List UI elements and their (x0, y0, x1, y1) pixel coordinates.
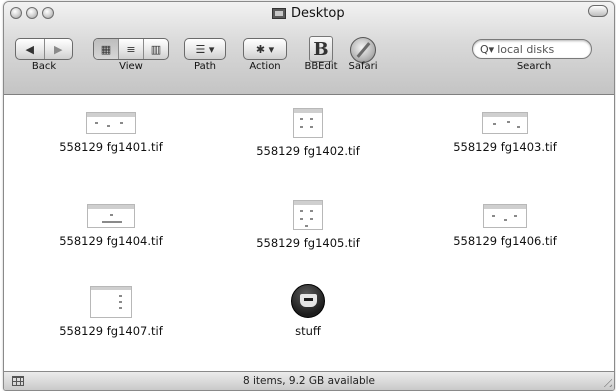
close-button[interactable] (10, 7, 22, 19)
toolbar: Desktop ◀ ▶ ▦ ≡ ▥ ☰ ▾ ✱ ▾ B Q▾ Back View (4, 2, 614, 95)
tiff-thumbnail-icon (293, 108, 323, 138)
tiff-thumbnail-icon (86, 112, 136, 134)
file-name: 558129 fg1402.tif (256, 144, 360, 158)
search-label: Search (516, 61, 552, 72)
path-label: Path (194, 61, 216, 72)
file-name: 558129 fg1405.tif (256, 236, 360, 250)
path-button[interactable]: ☰ ▾ (184, 38, 226, 60)
file-name: 558129 fg1407.tif (59, 324, 163, 338)
bbedit-label: BBEdit (304, 61, 338, 72)
toolbar-toggle-button[interactable] (588, 5, 608, 17)
file-item[interactable]: 558129 fg1405.tif (223, 200, 393, 250)
back-forward-control: ◀ ▶ (15, 38, 73, 60)
stuff-folder-icon (291, 284, 325, 318)
file-item[interactable]: 558129 fg1401.tif (26, 112, 196, 154)
file-name: 558129 fg1403.tif (453, 140, 557, 154)
file-item[interactable]: 558129 fg1404.tif (26, 204, 196, 248)
column-view-icon: ▥ (150, 42, 162, 56)
finder-window: Desktop ◀ ▶ ▦ ≡ ▥ ☰ ▾ ✱ ▾ B Q▾ Back View (3, 1, 615, 391)
view-mode-control: ▦ ≡ ▥ (93, 38, 169, 60)
file-name: 558129 fg1404.tif (59, 234, 163, 248)
tiff-thumbnail-icon (483, 204, 527, 228)
column-view-button[interactable]: ▥ (143, 39, 168, 59)
minimize-button[interactable] (26, 7, 38, 19)
icon-view-button[interactable]: ▦ (94, 39, 118, 59)
folder-item[interactable]: stuff (223, 284, 393, 338)
path-icon: ☰ ▾ (195, 42, 215, 56)
back-label: Back (31, 61, 57, 72)
file-item[interactable]: 558129 fg1407.tif (26, 286, 196, 338)
status-bar: 8 items, 9.2 GB available (4, 371, 614, 390)
tiff-thumbnail-icon (293, 200, 323, 230)
file-name: 558129 fg1401.tif (59, 140, 163, 154)
search-input[interactable] (497, 42, 588, 56)
file-icon-grid: 558129 fg1401.tif 558129 fg1402.tif 5581… (4, 95, 614, 371)
action-label: Action (249, 61, 281, 72)
forward-arrow-icon: ▶ (54, 42, 63, 56)
bbedit-app-icon[interactable]: B (309, 36, 333, 62)
safari-compass-icon[interactable] (350, 37, 376, 63)
forward-button[interactable]: ▶ (43, 39, 73, 59)
list-view-icon: ≡ (126, 42, 136, 56)
status-text: 8 items, 9.2 GB available (243, 375, 375, 387)
list-view-button[interactable]: ≡ (118, 39, 143, 59)
safari-label: Safari (348, 61, 378, 72)
tiff-thumbnail-icon (90, 286, 132, 318)
file-item[interactable]: 558129 fg1402.tif (223, 108, 393, 158)
tiff-thumbnail-icon (87, 204, 135, 228)
back-arrow-icon: ◀ (25, 42, 34, 56)
gear-icon: ✱ ▾ (255, 42, 275, 56)
icon-view-icon: ▦ (100, 42, 112, 56)
window-title-bar: Desktop (272, 5, 345, 21)
search-magnifier-icon: Q▾ (480, 42, 495, 56)
file-name: 558129 fg1406.tif (453, 234, 557, 248)
zoom-button[interactable] (42, 7, 54, 19)
desktop-folder-icon (272, 7, 286, 19)
window-title: Desktop (291, 5, 345, 21)
tiff-thumbnail-icon (482, 112, 528, 134)
file-name: stuff (295, 324, 321, 338)
file-item[interactable]: 558129 fg1403.tif (420, 112, 590, 154)
back-button[interactable]: ◀ (16, 39, 44, 59)
file-item[interactable]: 558129 fg1406.tif (420, 204, 590, 248)
search-field[interactable]: Q▾ (472, 39, 592, 59)
view-label: View (119, 61, 143, 72)
action-button[interactable]: ✱ ▾ (243, 38, 287, 60)
